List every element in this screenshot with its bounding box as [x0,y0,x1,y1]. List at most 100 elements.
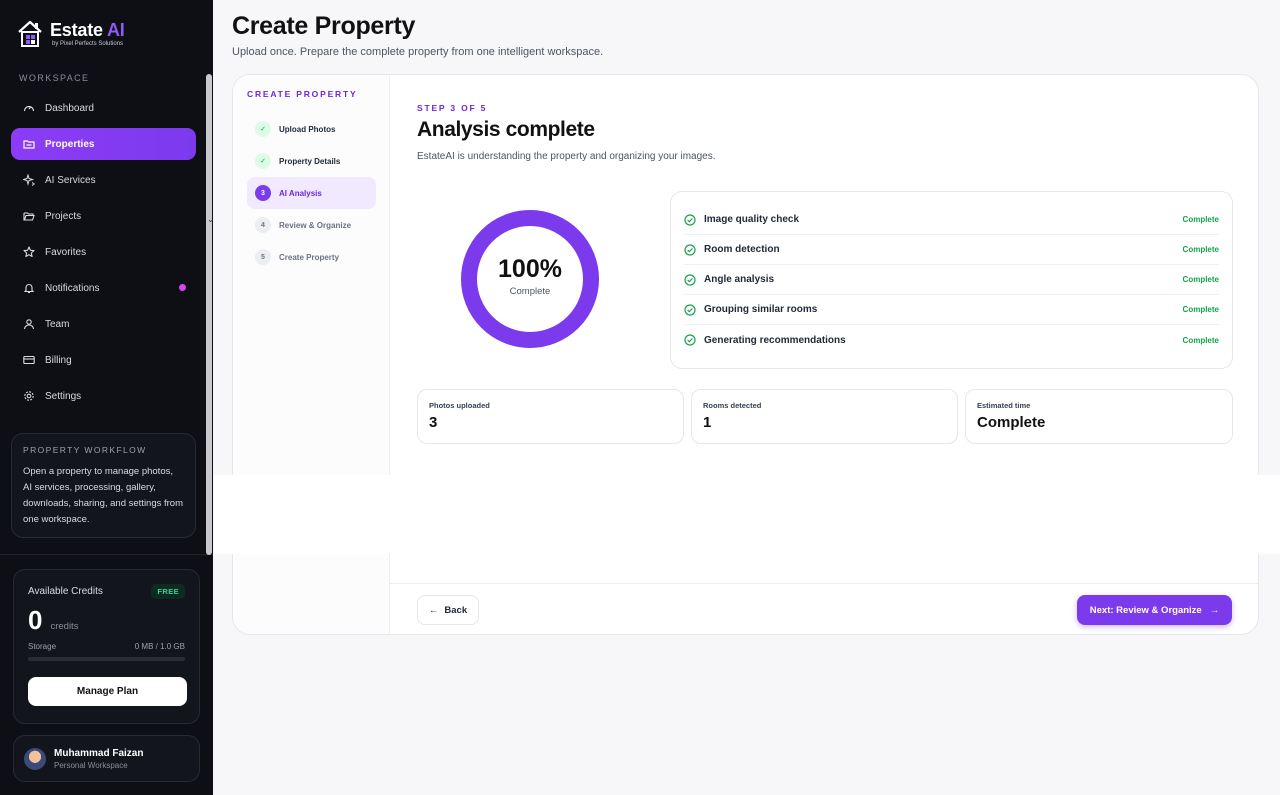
sidebar-item-label: Billing [45,354,72,366]
progress-percent: 100% [498,255,562,283]
credits-unit: credits [50,621,79,632]
stat-rooms-detected: Rooms detected 1 [691,389,958,444]
progress-status: Complete [509,286,551,297]
checklist-row: Room detection Complete [684,235,1219,265]
brand-name-accent: AI [106,20,125,40]
gauge-icon [22,101,36,115]
credits-amount: 0 [28,605,43,635]
folder-open-icon [22,209,36,223]
sidebar-item-label: Properties [45,138,95,150]
check-circle-icon [684,303,696,316]
checklist-row: Angle analysis Complete [684,265,1219,295]
step-label: Property Details [279,156,341,166]
checklist-row: Generating recommendations Complete [684,325,1219,355]
check-label: Room detection [704,244,780,255]
folder-icon [22,137,36,151]
sparkles-icon [22,173,36,187]
avatar [24,747,46,770]
brand[interactable]: Estate AI by Pixel Perfects Solutions [16,18,125,50]
user-profile-card[interactable]: Muhammad Faizan Personal Workspace [13,735,200,782]
stat-estimated-time: Estimated time Complete [965,389,1233,444]
sidebar-item-ai-services[interactable]: AI Services [11,164,196,196]
sidebar-item-team[interactable]: Team [11,308,196,340]
sidebar-item-billing[interactable]: Billing [11,344,196,376]
users-icon [22,317,36,331]
storage-value: 0 MB / 1.0 GB [134,642,185,651]
check-status: Complete [1182,335,1219,345]
step-upload-photos[interactable]: ✓ Upload Photos [247,113,376,145]
next-button-label: Next: Review & Organize [1089,604,1202,616]
check-icon: ✓ [255,121,271,137]
sidebar-item-dashboard[interactable]: Dashboard [11,92,196,124]
sidebar-item-label: AI Services [45,174,96,186]
checklist-row: Image quality check Complete [684,205,1219,235]
sidebar-item-favorites[interactable]: Favorites [11,236,196,268]
overlay-panel [214,475,1280,554]
next-review-organize-button[interactable]: Next: Review & Organize → [1077,595,1232,625]
step-label: Create Property [279,252,340,262]
analysis-description: EstateAI is understanding the property a… [417,151,716,162]
step-label: Review & Organize [279,220,352,230]
sidebar-scrollbar[interactable] [206,74,212,555]
sidebar-item-notifications[interactable]: Notifications [11,272,196,304]
check-label: Angle analysis [704,274,775,285]
sidebar-item-settings[interactable]: Settings [11,380,196,412]
stat-value: Complete [977,414,1046,431]
step-create-property[interactable]: 5 Create Property [247,241,376,273]
star-icon [22,245,36,259]
step-ai-analysis[interactable]: 3 AI Analysis [247,177,376,209]
check-status: Complete [1182,305,1219,314]
workflow-title: PROPERTY WORKFLOW [23,445,147,455]
bell-icon [22,281,36,295]
sidebar-item-label: Settings [45,390,82,402]
analysis-heading: Analysis complete [417,118,595,141]
workspace-section-label: WORKSPACE [19,73,90,83]
chevron-down-icon[interactable]: ⌄ [207,214,215,225]
plan-badge: FREE [151,584,185,599]
check-circle-icon [684,243,696,256]
sidebar-item-properties[interactable]: Properties [11,128,196,160]
check-label: Grouping similar rooms [704,304,818,315]
step-property-details[interactable]: ✓ Property Details [247,145,376,177]
stat-photos-uploaded: Photos uploaded 3 [417,389,684,444]
manage-plan-button[interactable]: Manage Plan [28,677,187,706]
brand-name: Estate [50,20,103,40]
step-label: AI Analysis [279,188,322,198]
credits-card: Available Credits FREE 0 credits Storage… [13,569,200,724]
storage-bar [28,657,185,661]
stat-value: 3 [429,414,438,431]
step-number: 3 [255,185,271,201]
brand-subtitle: by Pixel Perfects Solutions [52,41,124,47]
sidebar: Estate AI by Pixel Perfects Solutions WO… [0,0,213,795]
analysis-checklist: Image quality check Complete Room detect… [670,191,1233,369]
step-number: 5 [255,249,271,265]
sidebar-nav: Dashboard Properties AI Services Project… [11,92,196,416]
check-circle-icon [684,213,696,226]
property-workflow-card: PROPERTY WORKFLOW Open a property to man… [11,433,196,538]
check-status: Complete [1182,245,1219,254]
sidebar-item-label: Projects [45,210,82,222]
step-label: Upload Photos [279,124,336,134]
sidebar-item-projects[interactable]: Projects [11,200,196,232]
user-workspace: Personal Workspace [54,760,128,770]
storage-label: Storage [28,642,57,651]
house-logo-icon [18,20,42,47]
back-button[interactable]: ← Back [417,595,479,625]
check-label: Image quality check [704,214,800,225]
user-name: Muhammad Faizan [54,747,144,759]
arrow-left-icon: ← [428,604,439,616]
sidebar-item-label: Favorites [45,246,87,258]
stat-value: 1 [703,414,712,431]
notification-dot [179,284,186,291]
check-icon: ✓ [255,153,271,169]
check-status: Complete [1182,215,1219,224]
card-icon [22,353,36,367]
page-title: Create Property [232,12,416,40]
stat-label: Photos uploaded [429,401,490,410]
steps-title: CREATE PROPERTY [247,89,358,99]
progress-label: 100% Complete [460,255,600,297]
check-circle-icon [684,334,696,346]
step-review-organize[interactable]: 4 Review & Organize [247,209,376,241]
sidebar-divider [0,554,213,555]
arrow-right-icon: → [1209,604,1220,616]
